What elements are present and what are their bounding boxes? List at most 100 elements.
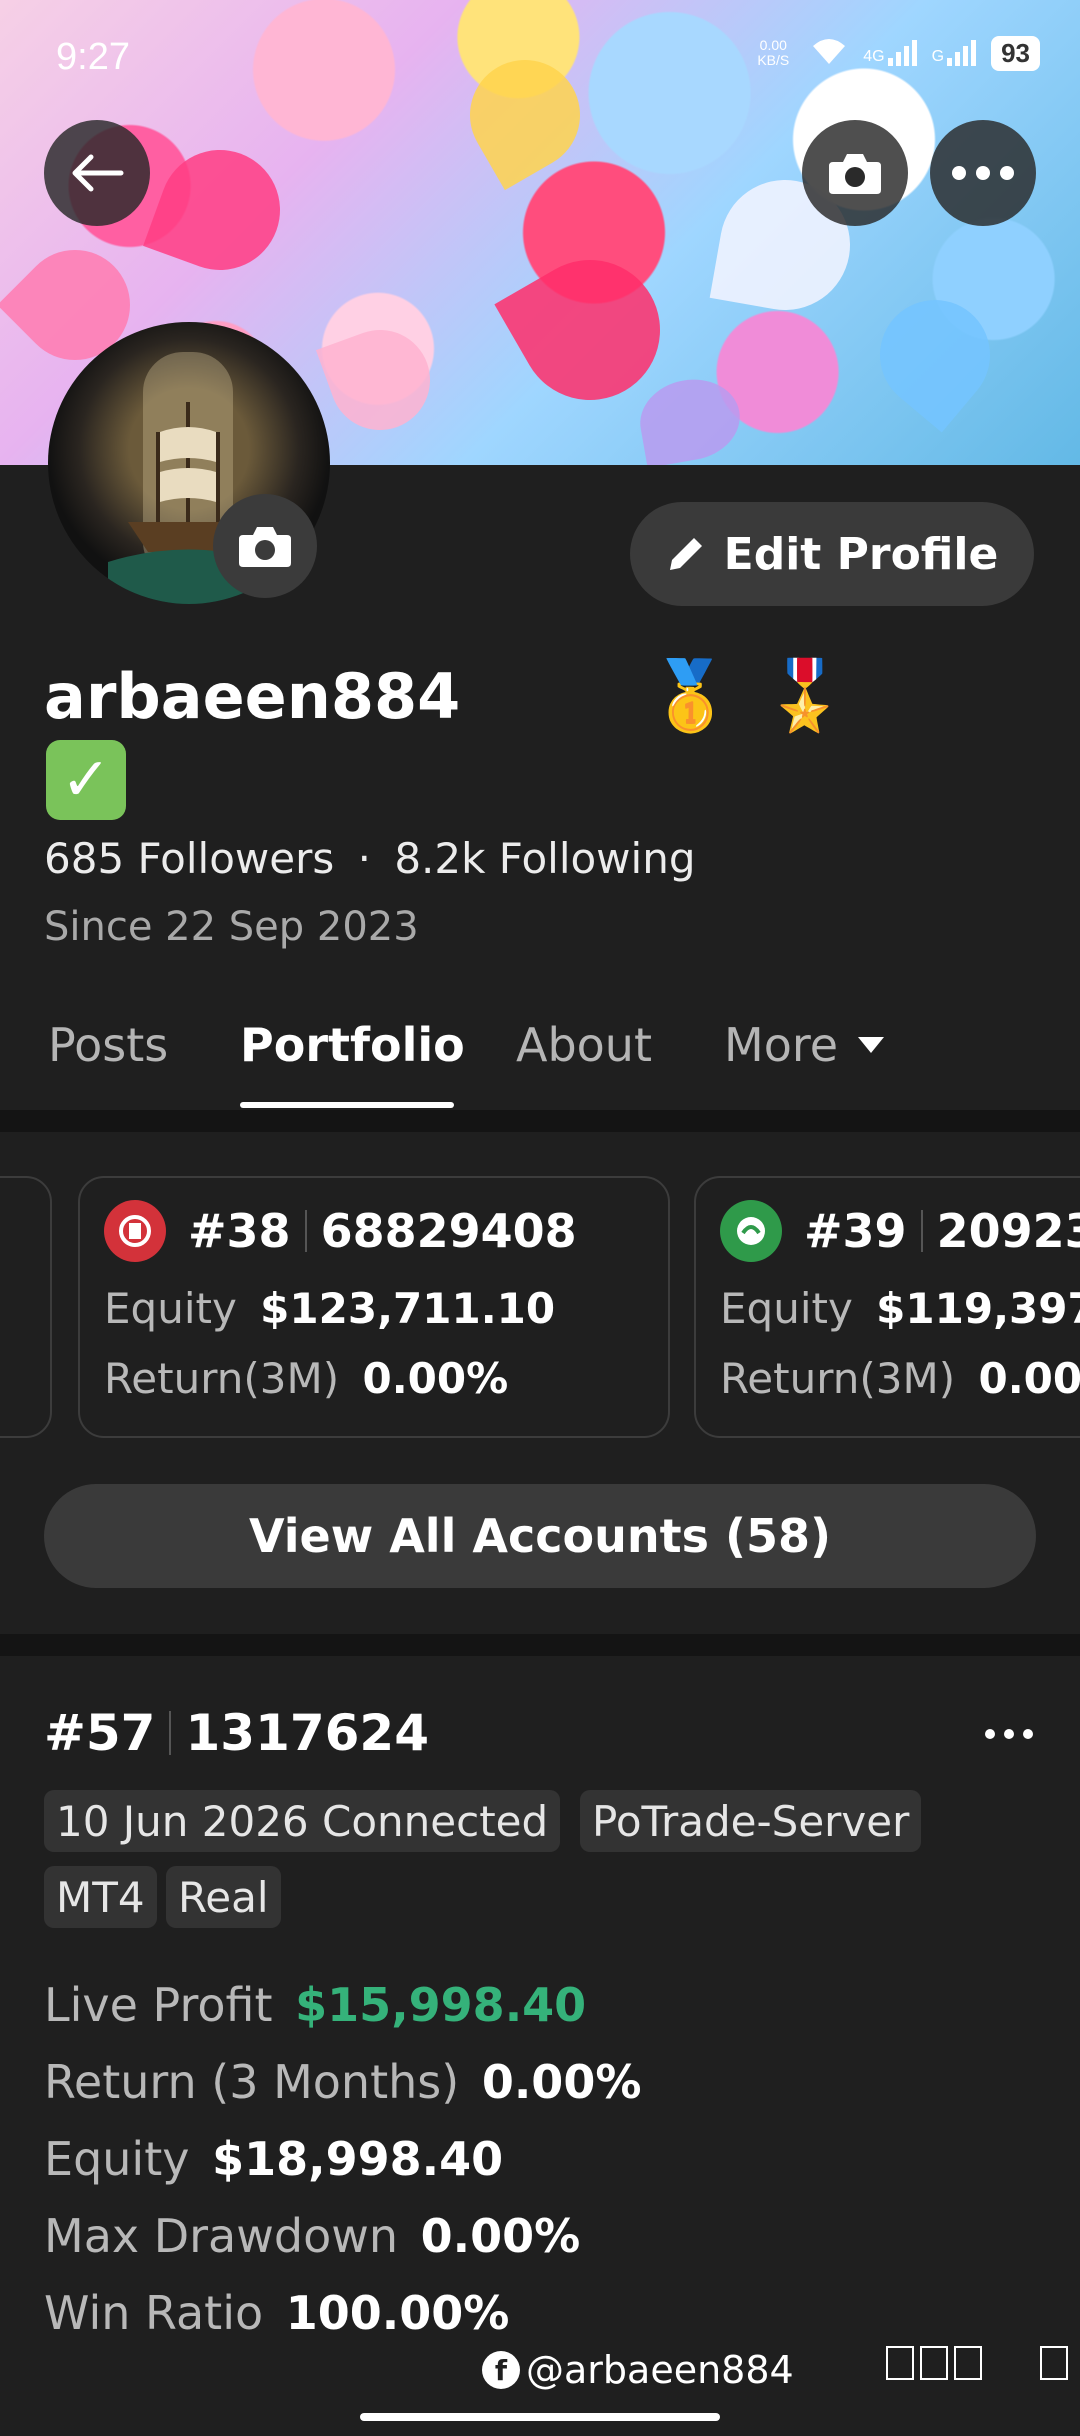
tab-posts[interactable]: Posts: [48, 1018, 168, 1072]
medals: 🥇 🎖️: [648, 656, 847, 736]
profile-tabs: Posts Portfolio About More: [0, 1010, 1080, 1110]
equity-value: $18,998.40: [212, 2132, 504, 2186]
account-equity: Equity $123,711.10: [104, 1284, 555, 1333]
glyph-box: [920, 2346, 948, 2380]
return-label: Return(3M): [104, 1354, 340, 1403]
watermark-glyph-boxes: [886, 2346, 982, 2380]
tab-more[interactable]: More: [724, 1018, 886, 1072]
account-return: Return(3M) 0.00%: [104, 1354, 508, 1403]
facebook-icon: f: [482, 2351, 520, 2389]
account-number: 68829408: [320, 1204, 577, 1258]
member-since: Since 22 Sep 2023: [44, 904, 419, 950]
return-value: 0.00%: [362, 1354, 509, 1403]
return-stat: Return (3 Months) 0.00%: [44, 2055, 641, 2109]
account-card-header: #39 2092356: [720, 1200, 1080, 1262]
section-divider: [0, 1634, 1080, 1656]
status-icons: 0.00 KB/S 4G G 93: [751, 34, 1040, 72]
status-bar: 9:27 0.00 KB/S 4G G 93: [0, 0, 1080, 110]
account-detail-header: #57 1317624: [44, 1704, 429, 1762]
return-label: Return(3M): [720, 1354, 956, 1403]
signal-icon-2: G: [932, 40, 977, 66]
gold-medal-icon: 🥇: [648, 657, 733, 736]
verified-check-icon: ✓: [46, 740, 126, 820]
max-drawdown-stat: Max Drawdown 0.00%: [44, 2209, 580, 2263]
watermark-glyph-boxes: [1040, 2346, 1068, 2380]
cover-camera-button[interactable]: [802, 120, 908, 226]
return-value: 0.00%: [481, 2055, 642, 2109]
back-button[interactable]: [44, 120, 150, 226]
return-value: 0.00%: [978, 1354, 1080, 1403]
followers-count[interactable]: 685 Followers: [44, 834, 334, 883]
network-type-1: 4G: [863, 48, 885, 65]
live-profit-value: $15,998.40: [295, 1978, 587, 2032]
win-ratio-value: 100.00%: [285, 2286, 510, 2340]
camera-icon: [829, 154, 881, 194]
home-indicator[interactable]: [360, 2413, 720, 2421]
follow-separator: ·: [357, 834, 371, 883]
pencil-icon: [669, 538, 702, 570]
account-rank: #39: [804, 1204, 907, 1258]
connected-date-tag: 10 Jun 2026 Connected: [44, 1790, 561, 1852]
active-tab-indicator: [240, 1102, 454, 1108]
watermark-handle: @arbaeen884: [526, 2348, 794, 2392]
broker-logo-icon: [720, 1200, 782, 1262]
tab-portfolio[interactable]: Portfolio: [240, 1018, 465, 1072]
wifi-icon: [809, 34, 849, 72]
account-equity: Equity $119,397.8: [720, 1284, 1080, 1333]
edit-profile-label: Edit Profile: [723, 528, 999, 580]
glyph-box: [954, 2346, 982, 2380]
account-rank: #57: [44, 1704, 156, 1762]
max-drawdown-label: Max Drawdown: [44, 2209, 398, 2263]
more-dots-icon: [952, 166, 1014, 180]
tab-about[interactable]: About: [516, 1018, 652, 1072]
equity-label: Equity: [44, 2132, 190, 2186]
network-type-2: G: [931, 48, 945, 65]
follow-stats: 685 Followers · 8.2k Following: [44, 834, 696, 883]
account-card[interactable]: #39 2092356 Equity $119,397.8 Return(3M)…: [694, 1176, 1080, 1438]
account-return: Return(3M) 0.00%: [720, 1354, 1080, 1403]
equity-value: $123,711.10: [260, 1284, 556, 1333]
win-ratio-stat: Win Ratio 100.00%: [44, 2286, 509, 2340]
equity-label: Equity: [720, 1284, 853, 1333]
military-medal-icon: 🎖️: [762, 657, 848, 736]
edit-profile-button[interactable]: Edit Profile: [630, 502, 1034, 606]
platform-tag: MT4: [44, 1866, 157, 1928]
live-profit-label: Live Profit: [44, 1978, 273, 2032]
view-all-accounts-button[interactable]: View All Accounts (58): [44, 1484, 1036, 1588]
caret-down-icon: [858, 1037, 885, 1053]
username: arbaeen884: [44, 660, 461, 733]
account-rank: #38: [188, 1204, 291, 1258]
account-number: 1317624: [185, 1704, 430, 1762]
net-speed: 0.00 KB/S: [757, 37, 790, 68]
win-ratio-label: Win Ratio: [44, 2286, 264, 2340]
divider: [169, 1711, 172, 1755]
return-label: Return (3 Months): [44, 2055, 460, 2109]
equity-stat: Equity $18,998.40: [44, 2132, 503, 2186]
equity-label: Equity: [104, 1284, 237, 1333]
server-tag: PoTrade-Server: [580, 1790, 922, 1852]
more-dots-icon: [985, 1729, 1033, 1739]
more-options-button[interactable]: [930, 120, 1036, 226]
section-divider: [0, 1110, 1080, 1132]
divider: [304, 1210, 307, 1252]
status-time: 9:27: [56, 36, 130, 78]
max-drawdown-value: 0.00%: [420, 2209, 581, 2263]
tab-more-label: More: [724, 1018, 839, 1072]
account-type-tag: Real: [166, 1866, 281, 1928]
broker-logo-icon: [104, 1200, 166, 1262]
account-card[interactable]: #38 68829408 Equity $123,711.10 Return(3…: [78, 1176, 670, 1438]
glyph-box: [1040, 2346, 1068, 2380]
account-card-header: #38 68829408: [104, 1200, 577, 1262]
following-count[interactable]: 8.2k Following: [394, 834, 695, 883]
account-options-button[interactable]: [984, 1704, 1034, 1750]
battery-indicator: 93: [991, 35, 1040, 71]
glyph-box: [886, 2346, 914, 2380]
account-number: 2092356: [936, 1204, 1080, 1258]
arrow-left-icon: [72, 154, 124, 192]
divider: [920, 1210, 923, 1252]
signal-icon-1: 4G: [863, 40, 917, 66]
avatar-camera-button[interactable]: [213, 494, 317, 598]
equity-value: $119,397.8: [876, 1284, 1080, 1333]
camera-icon: [239, 527, 291, 567]
account-card-previous[interactable]: [0, 1176, 52, 1438]
